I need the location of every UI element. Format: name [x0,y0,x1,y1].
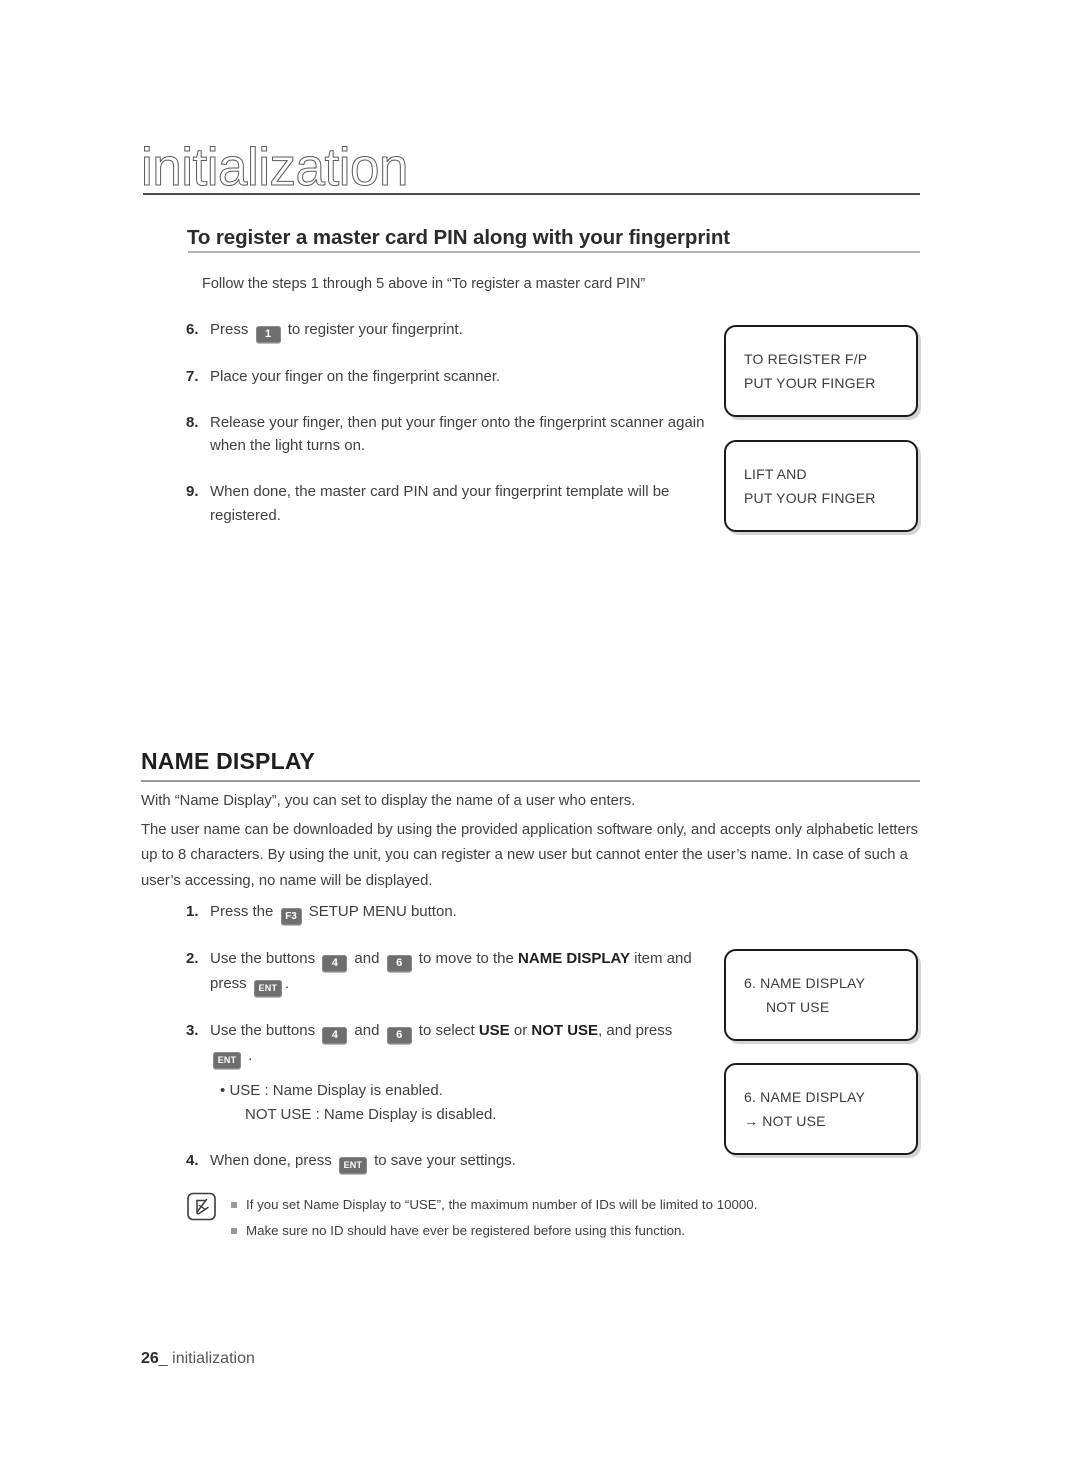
step-text: Release your finger, then put your finge… [210,413,705,455]
lcd-display-name-display-not-use: 6. NAME DISPLAY NOT USE [724,949,918,1041]
step-text-before: Press [210,321,249,338]
step-text-part: Use the buttons [210,950,316,967]
step-text: Press the F3 SETUP MENU button. [210,900,706,925]
section-b-heading: NAME DISPLAY [141,748,316,774]
step-4: 4. When done, press ENT to save your set… [186,1149,706,1174]
bullet-marker: • [220,1082,226,1099]
step-2: 2. Use the buttons 4 and 6 to move to th… [186,947,706,997]
step-number: 3. [186,1022,199,1039]
section-b-paragraph-1: With “Name Display”, you can set to disp… [141,793,636,809]
step-8: 8. Release your finger, then put your fi… [186,411,706,458]
step-number: 9. [186,483,199,501]
lcd-text: 6. NAME DISPLAY NOT USE [744,971,908,1019]
step-text-after: to register your fingerprint. [287,321,463,338]
lcd-line-1: 6. NAME DISPLAY [744,1089,866,1105]
lcd-display-name-display-selected: 6. NAME DISPLAY → NOT USE [724,1063,918,1155]
lcd-line-1: TO REGISTER F/P [744,351,868,367]
square-bullet-icon [231,1202,237,1208]
step-number: 8. [186,413,199,431]
lcd-line-2: PUT YOUR FINGER [744,490,876,507]
step-text: When done, the master card PIN and your … [210,483,670,524]
step-text-part: , and press [598,1022,673,1039]
step-number: 4. [186,1152,199,1169]
step-text: Press 1 to register your fingerprint. [210,318,706,343]
step-7: 7. Place your finger on the fingerprint … [186,365,706,389]
key-6-button[interactable]: 6 [386,1027,412,1044]
bullet-not-use: NOT USE : Name Display is disabled. [245,1106,497,1123]
section-a-steps: 6. Press 1 to register your fingerprint.… [186,318,706,549]
section-b-steps: 1. Press the F3 SETUP MENU button. 2. Us… [186,900,706,1196]
step-number: 7. [186,368,199,385]
footer-label: initialization [172,1350,255,1367]
section-a-divider [188,251,920,253]
step-1: 1. Press the F3 SETUP MENU button. [186,900,706,925]
step-text-part: or [513,1022,528,1039]
step-number: 1. [186,903,199,920]
document-page: initialization To register a master card… [0,0,1080,1479]
step-text-part: When done, press [210,1152,332,1169]
key-ent-button[interactable]: ENT [338,1157,367,1174]
lcd-line-1: LIFT AND [744,466,807,482]
step-text: Use the buttons 4 and 6 to select USE or… [210,1019,706,1069]
note-pen-icon [186,1192,218,1222]
page-title: initialization [141,138,409,197]
step-text-part: . [284,975,290,992]
step-text: Use the buttons 4 and 6 to move to the N… [210,947,706,997]
lcd-display-lift-and-put: LIFT AND PUT YOUR FINGER [724,440,918,532]
step-text-part: Use the buttons [210,1022,316,1039]
step-text-part: and [354,1022,380,1039]
section-b-divider [141,780,920,782]
square-bullet-icon [231,1227,237,1234]
page-number: 26 [141,1350,159,1367]
step-text-emphasis-not-use: NOT USE [531,1022,599,1039]
key-4-button[interactable]: 4 [322,955,348,972]
lcd-line-1: 6. NAME DISPLAY [744,975,866,991]
step-text-emphasis: NAME DISPLAY [518,950,630,967]
lcd-line-2: PUT YOUR FINGER [744,375,876,392]
note-item: Make sure no ID should have ever be regi… [231,1218,757,1244]
section-b-paragraph-2: The user name can be downloaded by using… [141,822,919,889]
step-text-part: to save your settings. [374,1152,516,1169]
note-item-text: Make sure no ID should have ever be regi… [246,1222,686,1238]
step-text-part: SETUP MENU button. [308,903,457,920]
step-number: 2. [186,950,199,967]
section-a-heading: To register a master card PIN along with… [187,226,730,249]
step-text-part: to move to the [418,950,514,967]
footer-separator: _ [158,1350,168,1367]
step-text: When done, press ENT to save your settin… [210,1149,706,1174]
lcd-text: 6. NAME DISPLAY → NOT USE [744,1085,908,1133]
step-text-part: Press the [210,903,274,920]
step-number: 6. [186,321,199,338]
lcd-text: LIFT AND PUT YOUR FINGER [744,462,908,510]
note-item-text: If you set Name Display to “USE”, the ma… [246,1197,758,1212]
step-9: 9. When done, the master card PIN and yo… [186,480,706,527]
page-footer: 26_ initialization [141,1350,255,1368]
title-divider [143,193,920,195]
key-4-button[interactable]: 4 [322,1027,348,1044]
lcd-text: TO REGISTER F/P PUT YOUR FINGER [744,347,908,395]
lcd-display-register-fp: TO REGISTER F/P PUT YOUR FINGER [724,325,918,417]
key-ent-button[interactable]: ENT [213,1052,241,1069]
step-text-part: to select [418,1022,475,1039]
key-f3-button[interactable]: F3 [280,908,302,925]
step-text: Place your finger on the fingerprint sca… [210,368,501,385]
key-1-button[interactable]: 1 [255,326,281,343]
key-6-button[interactable]: 6 [386,955,412,972]
step-text-part: and [354,950,380,967]
note-item: If you set Name Display to “USE”, the ma… [231,1192,757,1218]
lcd-line-2: NOT USE [766,999,830,1016]
section-a-intro: Follow the steps 1 through 5 above in “T… [202,276,646,292]
step-text-part: . [248,1047,253,1064]
step-3: 3. Use the buttons 4 and 6 to select USE… [186,1019,706,1069]
key-ent-button[interactable]: ENT [253,980,282,997]
step-6: 6. Press 1 to register your fingerprint. [186,318,706,343]
step-3-bullets: • USE : Name Display is enabled. NOT USE… [220,1079,706,1127]
bullet-use: USE : Name Display is enabled. [229,1082,443,1099]
step-text-emphasis-use: USE [478,1022,510,1039]
note-list: If you set Name Display to “USE”, the ma… [231,1192,757,1244]
lcd-line-2-arrow: → NOT USE [744,1113,826,1130]
